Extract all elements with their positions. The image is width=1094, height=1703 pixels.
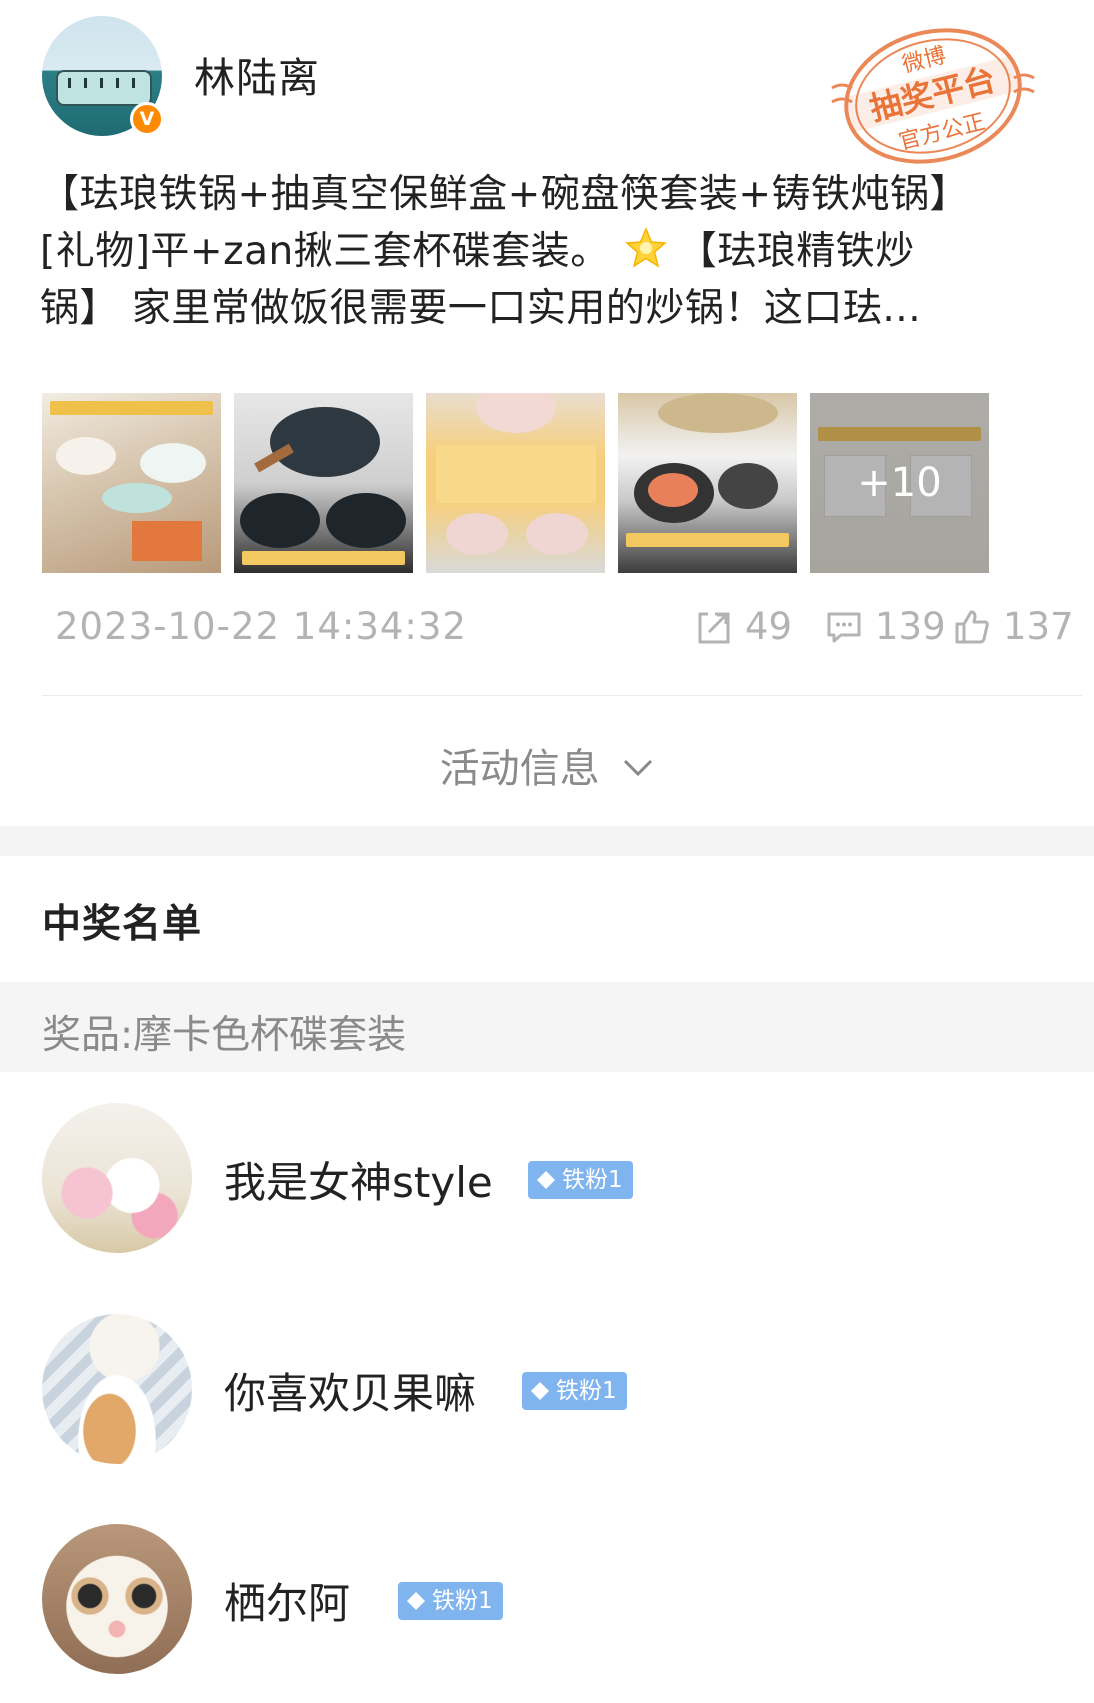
post-image-thumbnail[interactable]	[618, 393, 797, 573]
like-button[interactable]: 137	[953, 605, 1074, 648]
divider	[42, 695, 1082, 696]
winner-name[interactable]: 你喜欢贝果嘛	[224, 1360, 476, 1421]
image-caption-bar	[242, 551, 405, 565]
image-caption-bar	[50, 401, 213, 415]
more-images-overlay[interactable]: +10	[810, 393, 989, 573]
winner-row[interactable]: 你喜欢贝果嘛 铁粉1	[42, 1314, 1042, 1464]
section-separator	[0, 826, 1094, 856]
box-shape	[132, 521, 202, 561]
fan-level-text: 铁粉1	[562, 1167, 623, 1193]
prize-bar: 奖品:摩卡色杯碟套装	[0, 982, 1094, 1072]
post-image-thumbnail[interactable]	[426, 393, 605, 573]
comment-icon	[827, 612, 861, 642]
post-image-thumbnail[interactable]: +10	[810, 393, 989, 573]
plate-shape	[140, 443, 206, 483]
post-header: V 林陆离 微博 抽奖平台 官方公正	[42, 16, 1052, 164]
winner-row[interactable]: 我是女神style 铁粉1	[42, 1103, 1042, 1253]
post-text-segment: 【珐琅精铁炒	[677, 229, 915, 274]
post-meta-row: 2023-10-22 14:34:32 49 139 137	[55, 605, 1085, 655]
pot-shape	[476, 393, 556, 433]
winner-avatar[interactable]	[42, 1524, 192, 1674]
food-shape	[658, 393, 778, 433]
activity-info-toggle[interactable]: 活动信息	[0, 736, 1094, 794]
bowl-shape	[56, 437, 116, 475]
diamond-icon	[407, 1592, 425, 1610]
post-text-line: 锅】 家里常做饭很需要一口实用的炒锅！这口珐...	[40, 286, 922, 331]
diamond-icon	[531, 1382, 549, 1400]
fan-level-badge: 铁粉1	[528, 1161, 633, 1199]
activity-info-label: 活动信息	[439, 746, 600, 792]
fan-level-badge: 铁粉1	[522, 1372, 627, 1410]
verified-icon: V	[130, 102, 164, 136]
fan-level-badge: 铁粉1	[398, 1582, 503, 1620]
pan-shape	[718, 463, 778, 509]
repost-button[interactable]: 49	[695, 605, 792, 648]
winner-avatar[interactable]	[42, 1103, 192, 1253]
post-text-segment: [礼物]平+zan揪三套杯碟套装。	[40, 229, 610, 274]
prize-text: 奖品:摩卡色杯碟套装	[42, 1013, 407, 1058]
post-text-line: [礼物]平+zan揪三套杯碟套装。 【珐琅精铁炒	[40, 223, 1060, 280]
fan-level-text: 铁粉1	[556, 1378, 617, 1404]
post-timestamp: 2023-10-22 14:34:32	[55, 605, 467, 648]
diamond-icon	[537, 1171, 555, 1189]
price-panel	[436, 445, 596, 503]
winner-name[interactable]: 栖尔阿	[224, 1570, 350, 1631]
post-content[interactable]: 【珐琅铁锅+抽真空保鲜盒+碗盘筷套装+铸铁炖锅】 [礼物]平+zan揪三套杯碟套…	[40, 166, 1060, 337]
pot-shape	[526, 513, 588, 555]
post-text-line: 【珐琅铁锅+抽真空保鲜盒+碗盘筷套装+铸铁炖锅】	[40, 172, 970, 217]
image-caption-bar	[626, 533, 789, 547]
lottery-platform-stamp-icon: 微博 抽奖平台 官方公正	[831, 28, 1035, 164]
author-name[interactable]: 林陆离	[194, 44, 320, 104]
share-icon	[698, 612, 730, 643]
thumbs-up-icon	[955, 610, 989, 643]
like-count: 137	[1003, 605, 1074, 648]
wok-shape	[326, 493, 406, 548]
winner-name[interactable]: 我是女神style	[224, 1149, 493, 1210]
wok-shape	[270, 407, 380, 477]
winner-avatar[interactable]	[42, 1314, 192, 1464]
plate-shape	[102, 483, 172, 513]
fan-level-text: 铁粉1	[432, 1588, 493, 1614]
repost-count: 49	[745, 605, 793, 648]
chevron-down-icon	[624, 759, 653, 777]
wok-shape	[240, 493, 320, 548]
star-emoji-icon	[624, 227, 667, 268]
post-image-thumbnail[interactable]	[42, 393, 221, 573]
post-image-thumbnail[interactable]	[234, 393, 413, 573]
food-shape	[648, 473, 698, 507]
comment-button[interactable]: 139	[825, 605, 946, 648]
pot-shape	[446, 513, 508, 555]
winner-row[interactable]: 栖尔阿 铁粉1	[42, 1524, 1042, 1674]
winners-title: 中奖名单	[42, 902, 203, 947]
comment-count: 139	[875, 605, 946, 648]
avatar-bus-graphic	[56, 70, 152, 106]
image-grid: +10	[42, 393, 989, 573]
